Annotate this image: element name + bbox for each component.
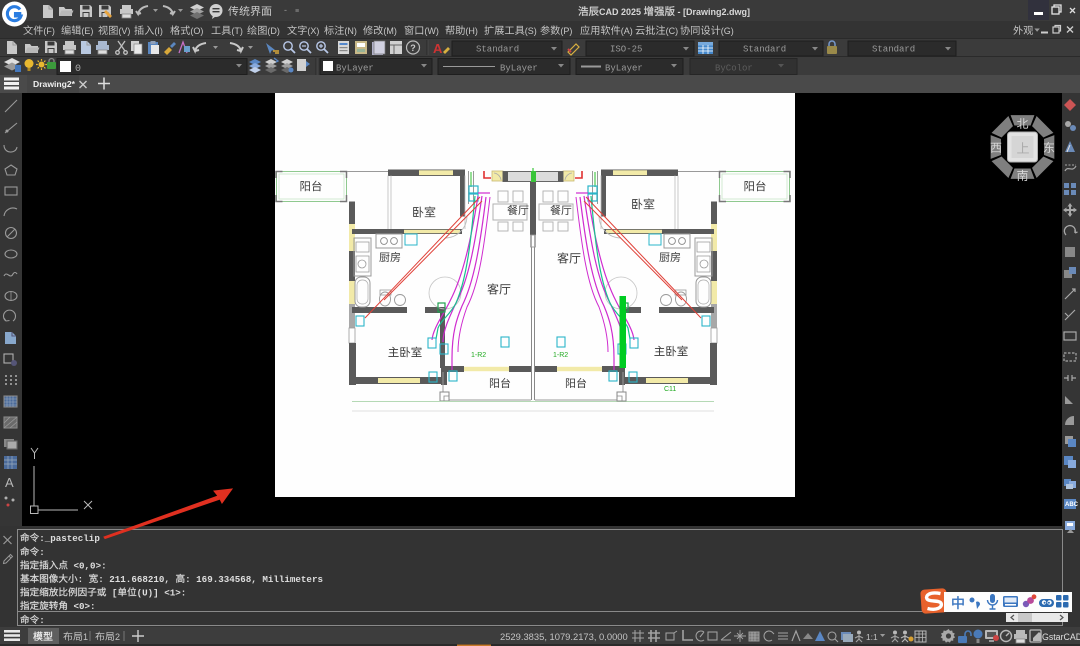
svg-text:<0,0>:: <0,0>: (68, 561, 107, 572)
svg-text:Drawing2*: Drawing2* (33, 79, 76, 89)
svg-text:ByColor: ByColor (715, 64, 753, 74)
svg-text:Standard: Standard (476, 45, 519, 55)
svg-text:(P): (P) (560, 26, 572, 36)
svg-text:2: 2 (115, 632, 120, 642)
svg-text:[: [ (106, 588, 117, 599)
svg-text:(D): (D) (267, 26, 280, 36)
svg-text:- [Drawing2.dwg]: - [Drawing2.dwg] (675, 7, 750, 17)
svg-text:A: A (5, 475, 14, 490)
svg-text:<0>:: <0>: (68, 601, 96, 612)
svg-text:1:1: 1:1 (866, 632, 878, 642)
svg-text:(I): (I) (154, 26, 163, 36)
svg-text::: : (39, 547, 45, 558)
svg-text:Standard: Standard (743, 45, 786, 55)
svg-text:0: 0 (75, 64, 81, 75)
svg-text:(S): (S) (525, 26, 537, 36)
svg-text:(G): (G) (721, 26, 734, 36)
svg-text:Standard: Standard (872, 45, 915, 55)
svg-text:(O): (O) (190, 26, 203, 36)
svg-text:: 169.334568, Millimeters: : 169.334568, Millimeters (185, 574, 323, 585)
svg-text:ByLayer: ByLayer (500, 64, 538, 74)
svg-text:1-R2: 1-R2 (553, 352, 568, 359)
svg-text:(E): (E) (81, 26, 93, 36)
svg-text:≡: ≡ (295, 8, 299, 15)
svg-text:(W): (W) (424, 26, 439, 36)
svg-text:ByLayer: ByLayer (336, 64, 374, 74)
svg-text:(M): (M) (383, 26, 397, 36)
svg-text:-: - (284, 5, 287, 15)
svg-text:1: 1 (83, 632, 88, 642)
svg-text:A: A (433, 41, 443, 56)
svg-text:(H): (H) (465, 26, 478, 36)
svg-text:(T): (T) (231, 26, 243, 36)
svg-text::: : (39, 615, 45, 626)
svg-text::: : (78, 574, 89, 585)
svg-text:(U)] <1>:: (U)] <1>: (137, 588, 187, 599)
svg-text:?: ? (410, 43, 416, 53)
svg-text:2529.3835, 1079.2173, 0.0000: 2529.3835, 1079.2173, 0.0000 (500, 631, 628, 642)
svg-text::_pasteclip: :_pasteclip (39, 533, 100, 544)
svg-text:(N): (N) (344, 26, 357, 36)
svg-text:: 211.668210,: : 211.668210, (98, 574, 175, 585)
svg-text:(C): (C) (666, 26, 679, 36)
svg-text:(F): (F) (43, 26, 55, 36)
svg-text:GstarCAD: GstarCAD (1042, 632, 1080, 642)
svg-text:C11: C11 (664, 386, 676, 393)
svg-text:ISO-25: ISO-25 (610, 45, 642, 55)
svg-text:(X): (X) (307, 26, 319, 36)
svg-text:ABC: ABC (1065, 502, 1079, 508)
svg-text:1-R2: 1-R2 (471, 352, 486, 359)
svg-text:ByLayer: ByLayer (605, 64, 643, 74)
svg-text:(A): (A) (621, 26, 633, 36)
svg-text:(V): (V) (118, 26, 130, 36)
svg-text:CAD 2025: CAD 2025 (599, 7, 644, 17)
